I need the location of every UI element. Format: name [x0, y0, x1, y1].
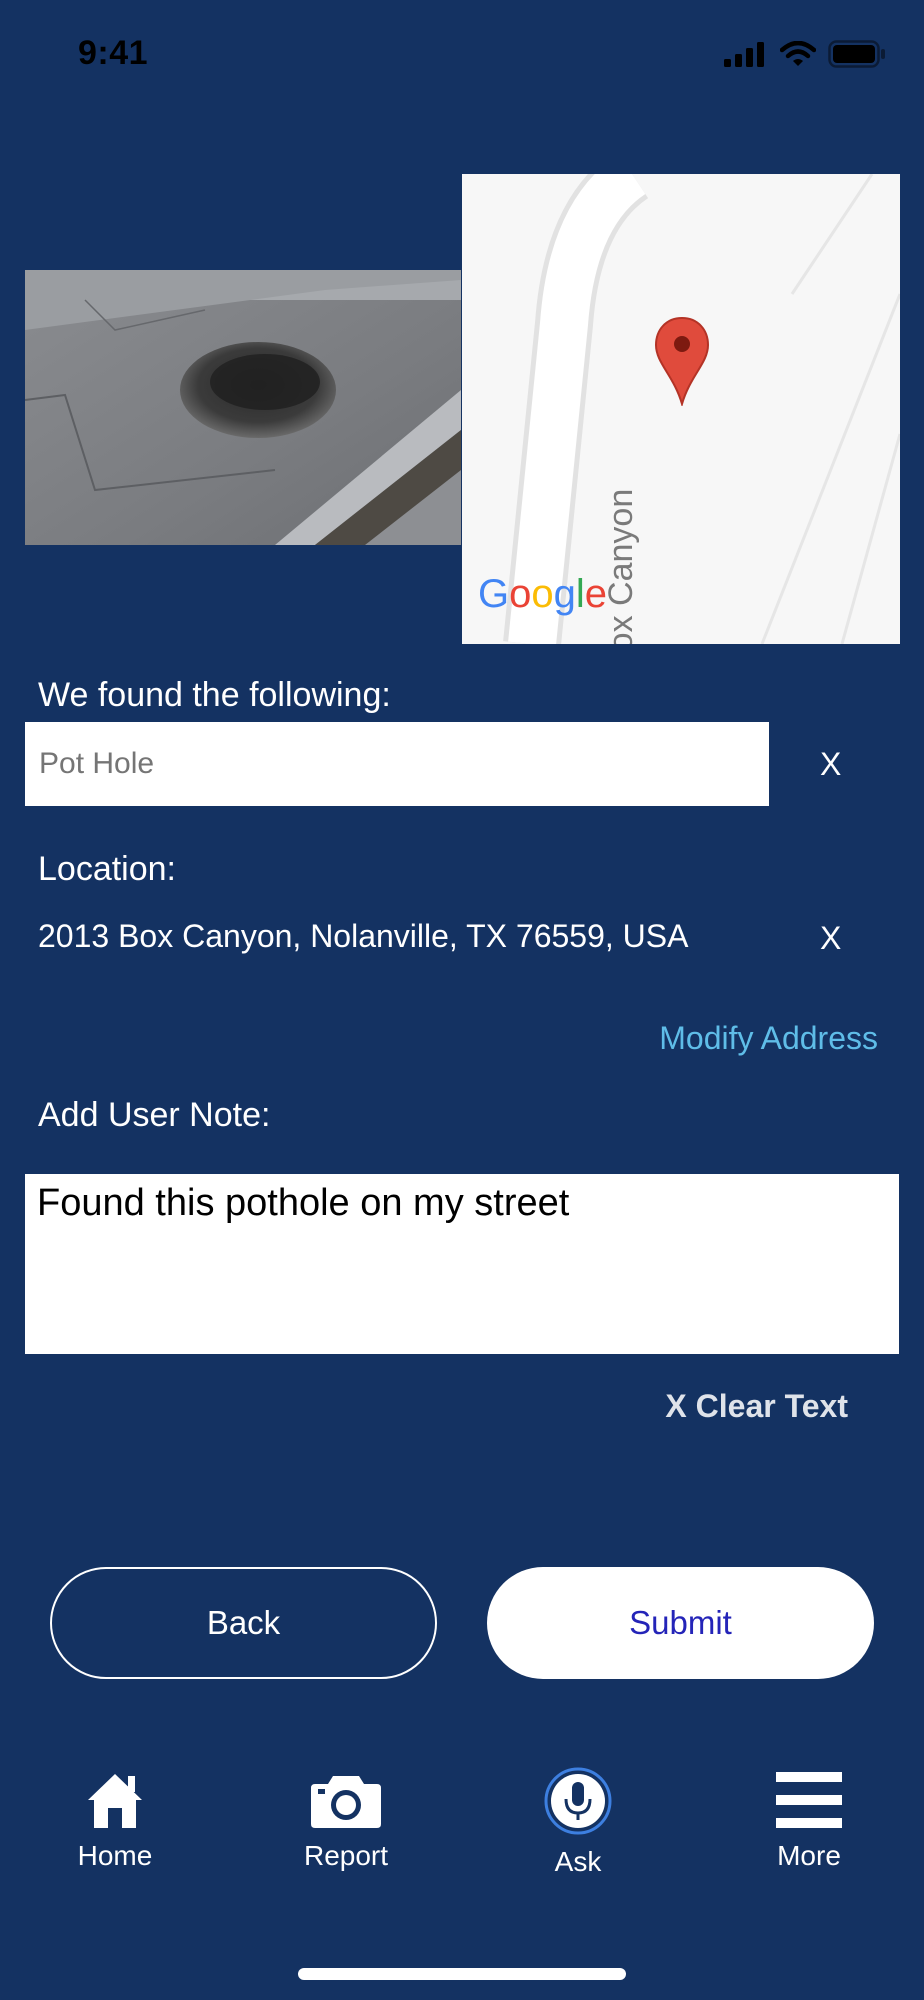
found-label: We found the following: [38, 676, 391, 714]
modify-address-link[interactable]: Modify Address [659, 1020, 878, 1057]
clear-issue-button[interactable]: X [820, 746, 841, 783]
location-address: 2013 Box Canyon, Nolanville, TX 76559, U… [38, 918, 689, 954]
location-label: Location: [38, 850, 176, 888]
user-note-field[interactable]: Found this pothole on my street [25, 1174, 899, 1354]
google-logo: Google [478, 572, 608, 616]
submit-button[interactable]: Submit [487, 1567, 874, 1679]
user-note-label: Add User Note: [38, 1096, 271, 1134]
home-indicator [298, 1968, 626, 1980]
tab-more-label: More [777, 1840, 841, 1871]
cellular-signal-icon [724, 42, 764, 67]
tab-home[interactable]: Home [25, 1770, 205, 1872]
status-icons [724, 40, 886, 68]
tab-report[interactable]: Report [256, 1770, 436, 1872]
map-pin-icon [654, 316, 710, 406]
pothole-photo [25, 270, 461, 545]
issue-type-field[interactable] [25, 722, 769, 806]
map-street-label: Box Canyon [602, 488, 640, 644]
tab-ask-label: Ask [554, 1846, 602, 1877]
tab-report-label: Report [303, 1840, 389, 1871]
location-map[interactable]: Box Canyon Google [462, 174, 900, 644]
status-time: 9:41 [78, 34, 149, 72]
back-button[interactable]: Back [50, 1567, 437, 1679]
clear-location-button[interactable]: X [820, 920, 841, 957]
tab-ask[interactable]: Ask [488, 1767, 668, 1878]
house-icon [88, 1774, 142, 1828]
wifi-icon [780, 41, 816, 66]
tab-home-label: Home [77, 1840, 153, 1871]
camera-icon [311, 1776, 381, 1828]
hamburger-icon [776, 1772, 842, 1828]
microphone-icon [544, 1767, 612, 1835]
battery-icon [828, 40, 885, 68]
clear-text-button[interactable]: X Clear Text [665, 1388, 848, 1425]
tab-more[interactable]: More [719, 1770, 899, 1872]
